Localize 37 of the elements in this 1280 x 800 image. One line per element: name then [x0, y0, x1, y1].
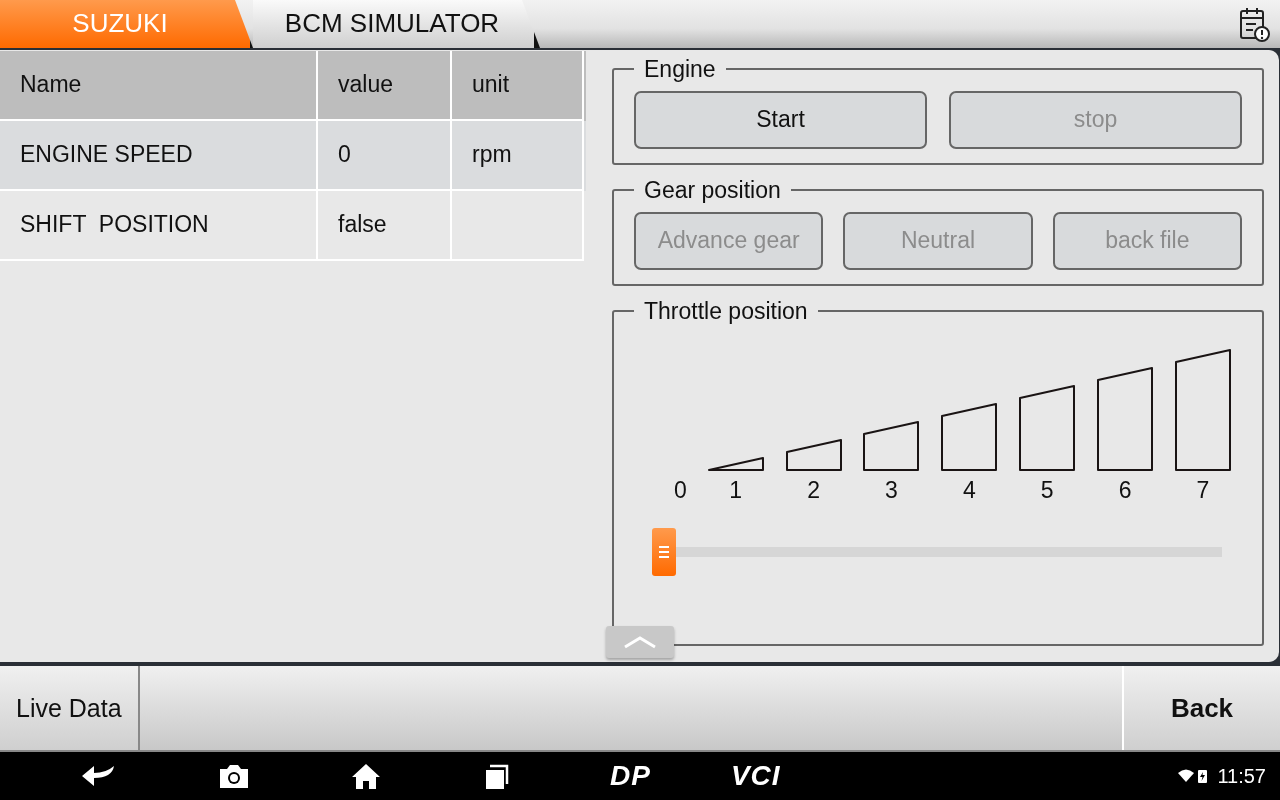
calendar-alert-icon[interactable] — [1238, 5, 1270, 42]
table-cell: ENGINE SPEED — [0, 120, 318, 191]
throttle-step-icon — [1096, 366, 1155, 471]
step-label: 7 — [1196, 476, 1210, 504]
throttle-step-icon — [862, 420, 921, 471]
logo-text[interactable]: DP — [610, 760, 651, 793]
throttle-step-icon — [706, 456, 765, 471]
battery-icon — [1198, 769, 1208, 784]
table-row[interactable]: SHIFT POSITION false — [0, 190, 586, 261]
table-cell: 0 — [318, 120, 452, 191]
breadcrumb-tab[interactable]: BCM SIMULATOR — [253, 0, 540, 48]
step-label: 3 — [885, 476, 898, 504]
step-label: 4 — [962, 476, 976, 504]
live-data-button[interactable]: Live Data — [0, 666, 140, 751]
step-label: 2 — [807, 476, 820, 504]
step-label: 5 — [1040, 476, 1054, 504]
table-cell: rpm — [452, 120, 584, 191]
group-title: Engine — [643, 55, 717, 83]
clock-text: 11:57 — [1217, 764, 1266, 788]
throttle-step-icon — [940, 402, 999, 471]
throttle-step-icon — [1173, 348, 1232, 471]
throttle-step-icon — [784, 438, 843, 471]
step-label: 0 — [674, 476, 687, 504]
camera-icon[interactable] — [218, 762, 250, 791]
step-label: 1 — [729, 476, 743, 504]
throttle-step-icon — [1018, 384, 1077, 471]
step-label: 6 — [1118, 476, 1132, 504]
group-title: Throttle position — [643, 297, 809, 325]
table-cell: SHIFT POSITION — [0, 190, 318, 261]
wifi-icon — [1178, 769, 1195, 784]
home-icon[interactable] — [350, 762, 382, 791]
back-button[interactable]: Back — [1122, 666, 1280, 751]
table-cell: false — [318, 190, 452, 261]
logo-text[interactable]: VCI — [730, 760, 781, 793]
group-title: Gear position — [643, 176, 782, 204]
table-row[interactable]: ENGINE SPEED 0 rpm — [0, 120, 586, 191]
engine-button[interactable]: Start — [634, 90, 927, 149]
